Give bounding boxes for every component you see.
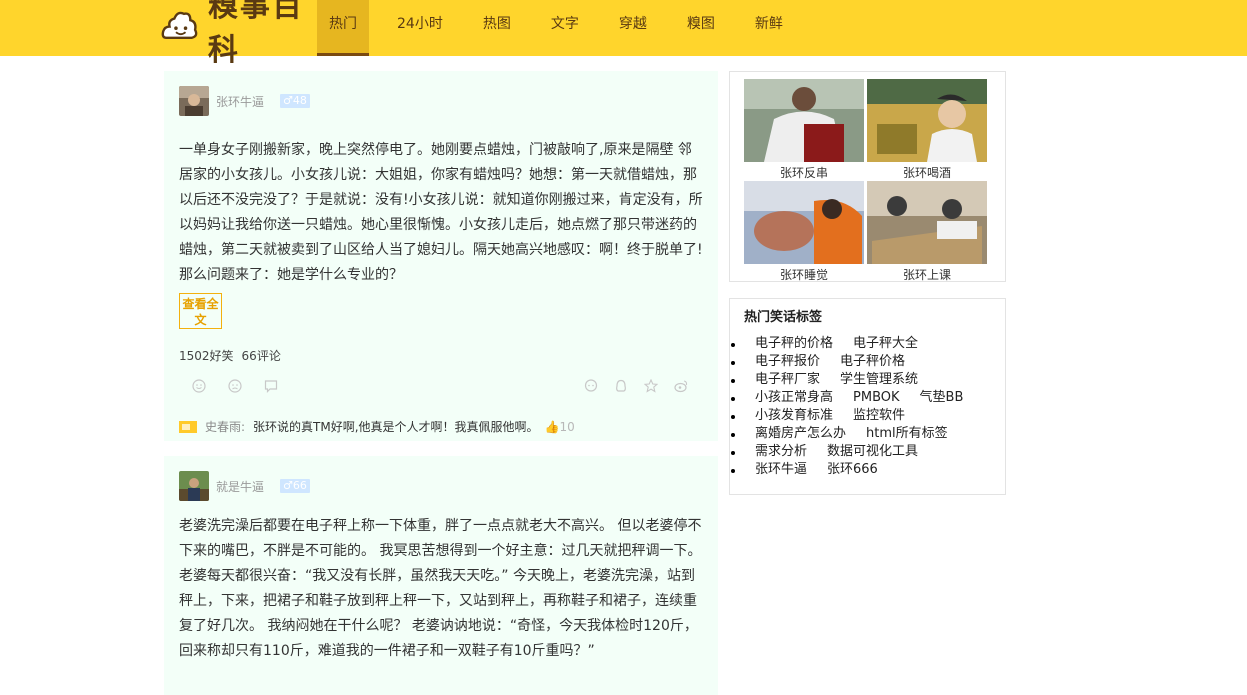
tag-link[interactable]: 电子秤报价 <box>755 354 820 369</box>
vote-actions <box>192 379 278 393</box>
photo-item[interactable]: 张环睡觉 <box>744 181 864 283</box>
photo-item[interactable]: 张环上课 <box>867 181 987 283</box>
photo-item[interactable]: 张环喝酒 <box>867 79 987 181</box>
tag-link[interactable]: 电子秤大全 <box>853 336 918 351</box>
tag-row: 电子秤报价 电子秤价格 <box>730 353 983 371</box>
photo-caption: 张环喝酒 <box>902 166 951 180</box>
comment-count[interactable]: 66评论 <box>242 349 281 363</box>
frown-icon[interactable] <box>228 379 242 393</box>
article-content[interactable]: 一单身女子刚搬新家，晚上突然停电了。她刚要点蜡烛，门被敲响了,原来是隔壁 邻居家… <box>179 138 704 288</box>
tag-row: 电子秤厂家 学生管理系统 <box>730 371 983 389</box>
tag-row: 电子秤的价格 电子秤大全 <box>730 335 983 353</box>
photo-item[interactable]: 张环反串 <box>744 79 864 181</box>
tag-link[interactable]: 离婚房产怎么办 <box>755 426 846 441</box>
level-badge: ♂48 <box>280 94 310 108</box>
tags-title: 热门笑话标签 <box>744 310 823 325</box>
tag-row: 张环牛逼 张环666 <box>730 461 983 479</box>
nav-hot[interactable]: 热门 <box>317 0 369 56</box>
author-info: 就是牛逼 ♂66 <box>179 471 310 501</box>
author-info: 张环牛逼 ♂48 <box>179 86 310 116</box>
tag-link[interactable]: 张环666 <box>827 462 878 477</box>
article-card: 张环牛逼 ♂48 一单身女子刚搬新家，晚上突然停电了。她刚要点蜡烛，门被敲响了,… <box>164 71 718 441</box>
tag-row: 离婚房产怎么办 html所有标签 <box>730 425 983 443</box>
photo-thumbnail <box>867 79 987 162</box>
photo-gallery: 张环反串 张环喝酒 张环睡觉 张环上课 <box>729 71 1006 282</box>
photo-thumbnail <box>867 181 987 264</box>
tag-link[interactable]: 学生管理系统 <box>840 372 918 387</box>
main-nav: 热门 24小时 热图 文字 穿越 糗图 新鲜 <box>317 0 811 56</box>
nav-text[interactable]: 文字 <box>539 0 591 56</box>
level-value: 66 <box>292 479 307 492</box>
share-actions <box>584 379 688 393</box>
hot-comment: 史春雨: 张环说的真TM好啊,他真是个人才啊！我真佩服他啊。 👍10 <box>179 418 575 435</box>
comment-text: 张环说的真TM好啊,他真是个人才啊！我真佩服他啊。 <box>253 420 539 434</box>
wechat-icon[interactable] <box>584 379 598 393</box>
author-name[interactable]: 张环牛逼 <box>216 93 264 110</box>
tag-row: 小孩正常身高 PMBOK 气垫BB <box>730 389 983 407</box>
comment-likes-value: 10 <box>559 419 575 434</box>
tag-list: 电子秤的价格 电子秤大全 电子秤报价 电子秤价格 电子秤厂家 学生管理系统 小孩正常身… <box>730 335 983 479</box>
tag-link[interactable]: 数据可视化工具 <box>827 444 918 459</box>
qq-icon[interactable] <box>614 379 628 393</box>
tag-link[interactable]: html所有标签 <box>866 426 948 441</box>
tag-link[interactable]: 需求分析 <box>755 444 807 459</box>
comment-likes[interactable]: 👍10 <box>545 420 575 434</box>
tag-row: 需求分析 数据可视化工具 <box>730 443 983 461</box>
hot-tags-panel: 热门笑话标签 电子秤的价格 电子秤大全 电子秤报价 电子秤价格 电子秤厂家 学生管理系… <box>729 298 1006 495</box>
nav-fresh[interactable]: 新鲜 <box>743 0 795 56</box>
tag-link[interactable]: 电子秤厂家 <box>755 372 820 387</box>
logo-text: 糗事百科 <box>207 0 304 68</box>
author-name[interactable]: 就是牛逼 <box>216 478 264 495</box>
photo-caption: 张环上课 <box>902 268 951 282</box>
tag-link[interactable]: 气垫BB <box>920 390 964 405</box>
photo-caption: 张环睡觉 <box>779 268 828 282</box>
nav-hot-images[interactable]: 热图 <box>471 0 523 56</box>
read-more-button[interactable]: 查看全文 <box>179 293 222 329</box>
avatar[interactable] <box>179 86 209 116</box>
level-value: 48 <box>292 94 307 107</box>
funny-count: 1502好笑 <box>179 349 234 363</box>
tag-row: 小孩发育标准 监控软件 <box>730 407 983 425</box>
tag-link[interactable]: PMBOK <box>853 390 900 405</box>
nav-funny-images[interactable]: 糗图 <box>675 0 727 56</box>
level-badge: ♂66 <box>280 479 310 493</box>
site-logo[interactable]: 糗事百科 <box>160 0 310 68</box>
tag-link[interactable]: 张环牛逼 <box>755 462 807 477</box>
mascot-icon <box>161 11 198 39</box>
article-stats: 1502好笑 66评论 <box>179 347 281 364</box>
god-comment-icon <box>179 420 197 433</box>
smile-icon[interactable] <box>192 379 206 393</box>
tag-link[interactable]: 监控软件 <box>853 408 905 423</box>
top-header: 糗事百科 热门 24小时 热图 文字 穿越 糗图 新鲜 <box>0 0 1247 68</box>
photo-thumbnail <box>744 181 864 264</box>
photo-caption: 张环反串 <box>779 166 828 180</box>
comment-icon[interactable] <box>264 379 278 393</box>
tag-link[interactable]: 小孩发育标准 <box>755 408 833 423</box>
comment-user[interactable]: 史春雨: <box>205 418 245 435</box>
tag-link[interactable]: 电子秤的价格 <box>755 336 833 351</box>
nav-24h[interactable]: 24小时 <box>385 0 455 56</box>
nav-travel[interactable]: 穿越 <box>607 0 659 56</box>
article-card: 就是牛逼 ♂66 老婆洗完澡后都要在电子秤上称一下体重，胖了一点点就老大不高兴。… <box>164 456 718 695</box>
avatar[interactable] <box>179 471 209 501</box>
tag-link[interactable]: 小孩正常身高 <box>755 390 833 405</box>
weibo-icon[interactable] <box>674 379 688 393</box>
tag-link[interactable]: 电子秤价格 <box>840 354 905 369</box>
photo-thumbnail <box>744 79 864 162</box>
star-icon[interactable] <box>644 379 658 393</box>
article-content[interactable]: 老婆洗完澡后都要在电子秤上称一下体重，胖了一点点就老大不高兴。 但以老婆停不下来… <box>179 514 704 664</box>
